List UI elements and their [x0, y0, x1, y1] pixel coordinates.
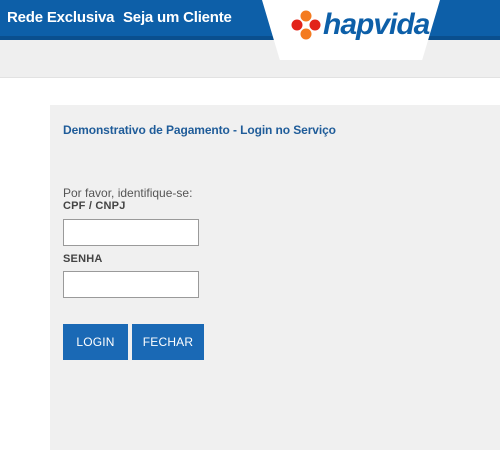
senha-label: SENHA	[63, 253, 103, 265]
identify-prompt: Por favor, identifique-se:	[63, 186, 193, 200]
cpf-cnpj-label: CPF / CNPJ	[63, 200, 126, 212]
hapvida-flower-icon	[291, 10, 321, 40]
nav-rede-exclusiva-link[interactable]: Rede Exclusiva	[7, 9, 114, 26]
page-title: Demonstrativo de Pagamento - Login no Se…	[63, 123, 336, 137]
fechar-button[interactable]: FECHAR	[132, 324, 204, 360]
senha-input[interactable]	[63, 271, 199, 298]
hapvida-logo-text: hapvida	[323, 8, 430, 41]
login-panel: Demonstrativo de Pagamento - Login no Se…	[50, 105, 500, 450]
cpf-cnpj-input[interactable]	[63, 219, 199, 246]
hapvida-logo[interactable]: hapvida	[262, 0, 440, 58]
nav-seja-um-cliente-link[interactable]: Seja um Cliente	[123, 9, 232, 26]
login-button[interactable]: LOGIN	[63, 324, 128, 360]
